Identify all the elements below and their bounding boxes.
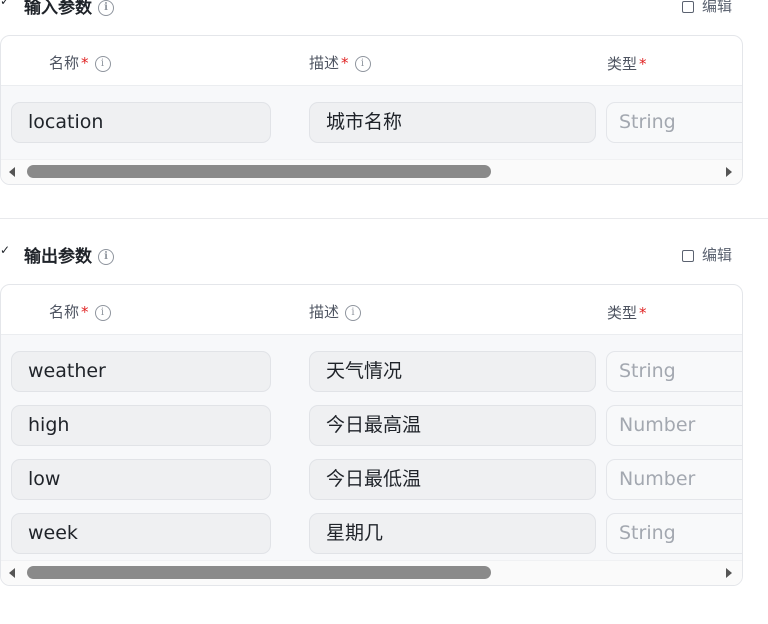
info-icon[interactable]: i bbox=[354, 55, 371, 72]
input-params-title: 输入参数 i bbox=[24, 0, 114, 18]
param-name-input[interactable]: week bbox=[11, 513, 271, 554]
param-desc-input[interactable]: 今日最高温 bbox=[309, 405, 596, 446]
section-divider bbox=[0, 218, 768, 219]
table-row: location 城市名称 String bbox=[1, 86, 742, 159]
param-desc-input[interactable]: 今日最低温 bbox=[309, 459, 596, 500]
param-desc-input[interactable]: 天气情况 bbox=[309, 351, 596, 392]
table-body: location 城市名称 String bbox=[1, 86, 742, 159]
param-name-input[interactable]: location bbox=[11, 102, 271, 143]
table-row: high 今日最高温 Number bbox=[1, 402, 742, 456]
param-name-input[interactable]: low bbox=[11, 459, 271, 500]
table-header: 名称 * i 描述 * i 类型 * bbox=[1, 36, 742, 86]
column-header-desc: 描述 * i bbox=[309, 52, 371, 73]
param-type-select[interactable]: Number bbox=[606, 459, 742, 500]
column-header-type: 类型 * bbox=[607, 55, 647, 73]
column-header-desc: 描述 i bbox=[309, 301, 362, 322]
input-params-table: 名称 * i 描述 * i 类型 * location 城市名称 String bbox=[0, 35, 743, 185]
table-header: 名称 * i 描述 i 类型 * bbox=[1, 285, 742, 335]
chevron-down-icon[interactable]: ✓ bbox=[0, 0, 10, 8]
chevron-down-icon[interactable]: ✓ bbox=[0, 243, 10, 257]
param-name-input[interactable]: weather bbox=[11, 351, 271, 392]
table-row: week 星期几 String bbox=[1, 510, 742, 564]
scrollbar-thumb[interactable] bbox=[27, 566, 491, 579]
param-desc-input[interactable]: 城市名称 bbox=[309, 102, 596, 143]
output-params-table: 名称 * i 描述 i 类型 * weather 天气情况 String high 今日… bbox=[0, 284, 743, 586]
info-icon[interactable]: i bbox=[98, 249, 114, 265]
scroll-right-arrow-icon[interactable] bbox=[726, 568, 732, 578]
info-icon[interactable]: i bbox=[94, 55, 111, 72]
info-icon[interactable]: i bbox=[94, 304, 111, 321]
info-icon[interactable]: i bbox=[345, 304, 362, 321]
horizontal-scrollbar[interactable] bbox=[1, 560, 742, 585]
edit-icon bbox=[681, 249, 694, 262]
input-edit-button[interactable]: 编辑 bbox=[681, 0, 732, 16]
table-row: weather 天气情况 String bbox=[1, 348, 742, 402]
param-type-select[interactable]: String bbox=[606, 102, 742, 143]
param-type-select[interactable]: Number bbox=[606, 405, 742, 446]
param-desc-input[interactable]: 星期几 bbox=[309, 513, 596, 554]
param-type-select[interactable]: String bbox=[606, 513, 742, 554]
scroll-right-arrow-icon[interactable] bbox=[726, 167, 732, 177]
output-edit-button[interactable]: 编辑 bbox=[681, 244, 732, 265]
input-params-header: ✓ 输入参数 i 编辑 bbox=[0, 0, 768, 18]
edit-icon bbox=[681, 0, 694, 13]
column-header-name: 名称 * i bbox=[49, 52, 111, 73]
param-type-select[interactable]: String bbox=[606, 351, 742, 392]
output-params-header: ✓ 输出参数 i 编辑 bbox=[0, 241, 768, 267]
output-params-title: 输出参数 i bbox=[24, 242, 114, 267]
column-header-name: 名称 * i bbox=[49, 301, 111, 322]
scrollbar-thumb[interactable] bbox=[27, 165, 491, 178]
scroll-left-arrow-icon[interactable] bbox=[9, 167, 15, 177]
table-body: weather 天气情况 String high 今日最高温 Number lo… bbox=[1, 335, 742, 560]
param-name-input[interactable]: high bbox=[11, 405, 271, 446]
table-row: low 今日最低温 Number bbox=[1, 456, 742, 510]
column-header-type: 类型 * bbox=[607, 304, 647, 322]
horizontal-scrollbar[interactable] bbox=[1, 159, 742, 184]
scroll-left-arrow-icon[interactable] bbox=[9, 568, 15, 578]
info-icon[interactable]: i bbox=[98, 0, 114, 16]
